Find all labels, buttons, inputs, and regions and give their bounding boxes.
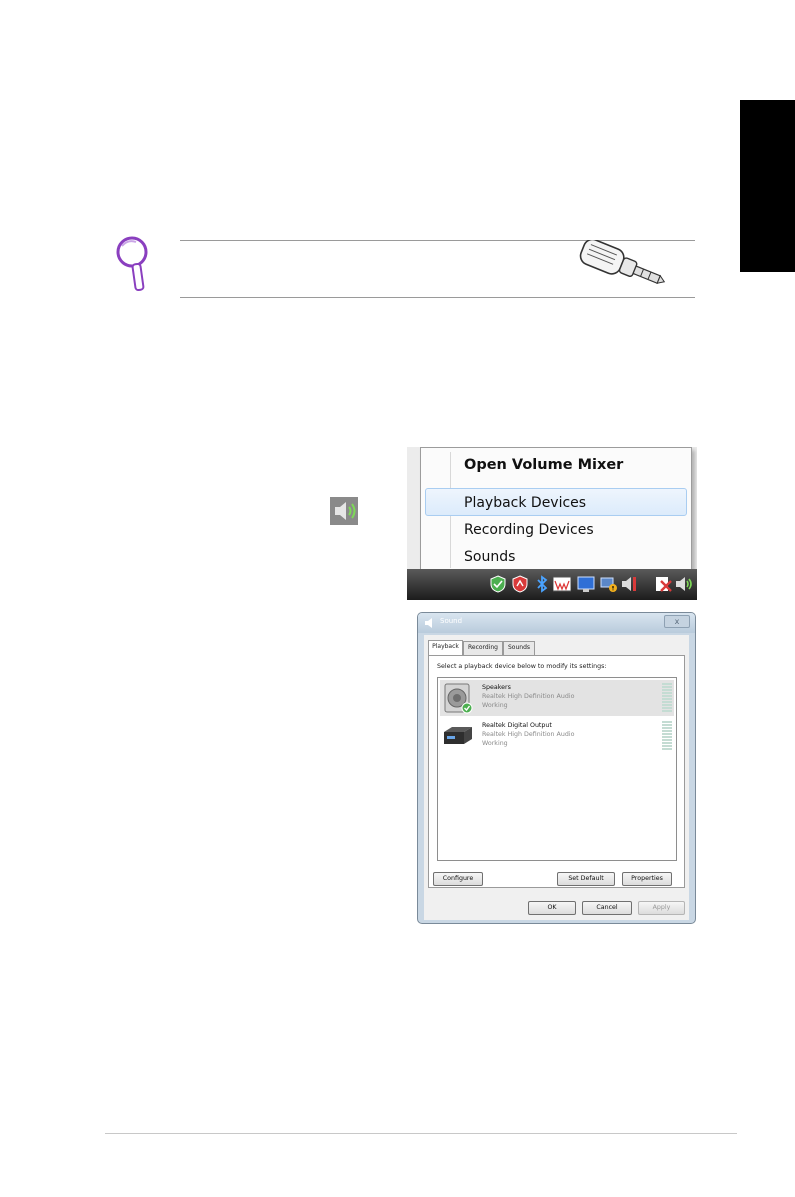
dialog-titlebar: Sound x [418, 613, 695, 633]
menu-item-recording-devices[interactable]: Recording Devices [464, 521, 594, 539]
magnifier-tip-icon [116, 236, 148, 292]
footer-rule [105, 1133, 737, 1134]
device-driver: Realtek High Definition Audio [482, 731, 575, 738]
device-status: Working [482, 702, 508, 709]
language-side-tab [740, 100, 795, 272]
properties-button[interactable]: Properties [622, 872, 672, 886]
dialog-body: Playback Recording Sounds Select a playb… [424, 635, 689, 920]
tray-context-menu-screenshot: Open Volume Mixer Playback Devices Recor… [407, 447, 697, 600]
sound-speaker-icon [425, 618, 432, 628]
network-warning-icon[interactable] [600, 575, 618, 593]
bluetooth-icon[interactable] [533, 575, 551, 593]
speaker-tray-icon[interactable] [675, 575, 693, 593]
ok-button[interactable]: OK [528, 901, 576, 915]
set-default-button[interactable]: Set Default [557, 872, 615, 886]
device-driver: Realtek High Definition Audio [482, 693, 575, 700]
sound-dialog: Sound x Playback Recording Sounds Select… [417, 612, 696, 924]
taskbar [407, 569, 697, 600]
volume-muted-icon[interactable] [620, 575, 638, 593]
cancel-button[interactable]: Cancel [582, 901, 632, 915]
dialog-title: Sound [440, 617, 463, 625]
device-name: Realtek Digital Output [482, 722, 552, 729]
menu-item-sounds[interactable]: Sounds [464, 548, 515, 566]
audio-plug-adapter [579, 240, 666, 285]
speaker-device-icon [444, 683, 473, 714]
tab-recording[interactable]: Recording [463, 641, 503, 655]
tab-sounds[interactable]: Sounds [503, 641, 535, 655]
tab-playback[interactable]: Playback [428, 640, 463, 656]
digital-output-device-icon [444, 727, 472, 744]
device-list: Speakers Realtek High Definition Audio W… [437, 677, 677, 861]
speaker-volume-icon [330, 497, 358, 525]
configure-button[interactable]: Configure [433, 872, 483, 886]
level-meter [662, 683, 672, 713]
playback-panel: Select a playback device below to modify… [428, 655, 685, 888]
instruction-text: Select a playback device below to modify… [437, 663, 607, 670]
antivirus-icon[interactable] [511, 575, 529, 593]
level-meter [662, 721, 672, 751]
tray-context-menu: Open Volume Mixer Playback Devices Recor… [420, 447, 692, 571]
security-shield-icon[interactable] [489, 575, 507, 593]
wifi-utility-icon[interactable] [553, 575, 571, 593]
menu-item-playback-devices[interactable]: Playback Devices [464, 494, 586, 512]
close-button[interactable]: x [664, 615, 690, 628]
display-utility-icon[interactable] [577, 575, 595, 593]
device-row-digital-output[interactable]: Realtek Digital Output Realtek High Defi… [440, 718, 674, 754]
device-row-speakers[interactable]: Speakers Realtek High Definition Audio W… [440, 680, 674, 716]
device-disconnected-icon[interactable] [655, 575, 673, 593]
apply-button[interactable]: Apply [638, 901, 685, 915]
menu-item-open-volume-mixer[interactable]: Open Volume Mixer [464, 456, 623, 474]
device-name: Speakers [482, 684, 511, 691]
device-status: Working [482, 740, 508, 747]
